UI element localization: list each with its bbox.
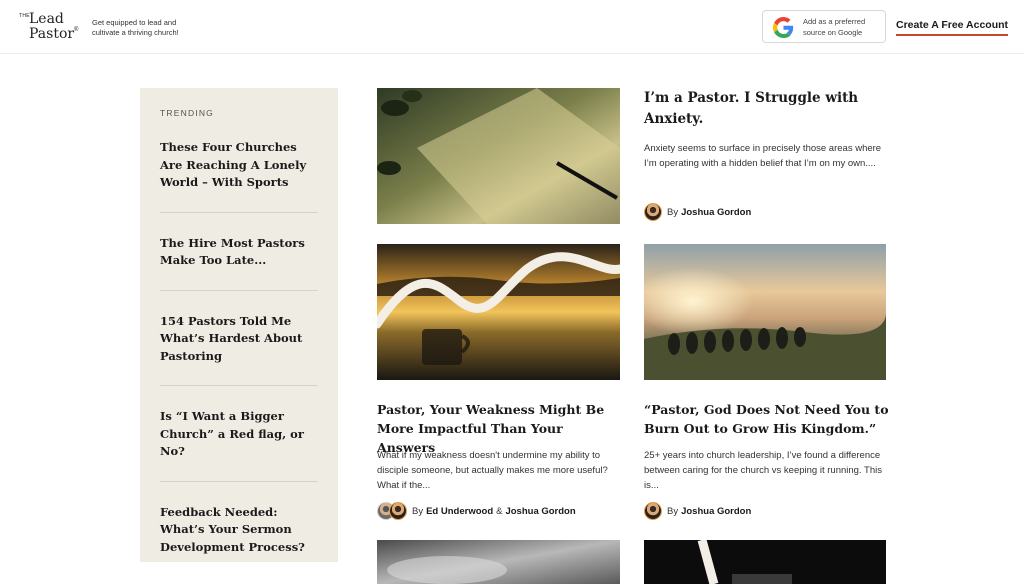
article-image-clouds[interactable] bbox=[377, 540, 620, 584]
trending-item[interactable]: Is “I Want a Bigger Church” a Red flag, … bbox=[160, 408, 318, 461]
site-header: THE Lead Pastor ® Get equipped to lead a… bbox=[0, 0, 1024, 54]
divider bbox=[160, 289, 318, 291]
logo-registered-mark: ® bbox=[74, 27, 79, 33]
byline-by: By bbox=[412, 505, 424, 517]
article-excerpt: What if my weakness doesn't undermine my… bbox=[377, 450, 608, 491]
trending-sidebar: TRENDING These Four Churches Are Reachin… bbox=[140, 88, 338, 562]
site-logo[interactable]: THE Lead Pastor ® bbox=[19, 12, 79, 44]
article-byline: By Joshua Gordon bbox=[644, 502, 751, 520]
article-byline: By Ed Underwood & Joshua Gordon bbox=[377, 502, 576, 520]
sunset-lake-photo bbox=[377, 244, 620, 380]
author-avatar bbox=[389, 502, 407, 520]
article-image-notebook[interactable] bbox=[377, 88, 620, 224]
article-title[interactable]: I’m a Pastor. I Struggle with Anxiety. bbox=[644, 88, 886, 130]
google-badge-text: Add as a preferred source on Google bbox=[803, 17, 866, 37]
byline-ampersand: & bbox=[496, 505, 503, 517]
site-tagline: Get equipped to lead and cultivate a thr… bbox=[92, 18, 179, 37]
author-avatar bbox=[644, 203, 662, 221]
author-name[interactable]: Ed Underwood bbox=[426, 506, 493, 517]
article-excerpt: 25+ years into church leadership, I’ve f… bbox=[644, 450, 882, 491]
author-avatar bbox=[644, 502, 662, 520]
divider bbox=[160, 211, 318, 213]
article-image-sunset-lake[interactable] bbox=[377, 244, 620, 380]
hillside-sunrise-photo bbox=[644, 244, 886, 380]
google-preferred-source-button[interactable]: Add as a preferred source on Google bbox=[762, 10, 886, 43]
byline-by: By bbox=[667, 505, 679, 517]
logo-lead: Lead bbox=[29, 11, 64, 27]
trending-item[interactable]: Feedback Needed: What’s Your Sermon Deve… bbox=[160, 504, 318, 557]
notebook-photo bbox=[377, 88, 620, 224]
clouds-photo bbox=[377, 540, 620, 584]
google-g-icon bbox=[773, 17, 794, 38]
article-title[interactable]: “Pastor, God Does Not Need You to Burn O… bbox=[644, 400, 889, 438]
trending-label: TRENDING bbox=[160, 108, 214, 118]
author-name[interactable]: Joshua Gordon bbox=[681, 207, 751, 218]
author-name[interactable]: Joshua Gordon bbox=[681, 506, 751, 517]
dark-photo bbox=[644, 540, 886, 584]
article-image-dark[interactable] bbox=[644, 540, 886, 584]
divider bbox=[160, 480, 318, 482]
trending-item[interactable]: 154 Pastors Told Me What’s Hardest About… bbox=[160, 313, 318, 366]
trending-item[interactable]: These Four Churches Are Reaching A Lonel… bbox=[160, 139, 318, 192]
article-excerpt: Anxiety seems to surface in precisely th… bbox=[644, 143, 882, 169]
create-account-link[interactable]: Create A Free Account bbox=[896, 19, 1009, 36]
article-byline: By Joshua Gordon bbox=[644, 203, 751, 221]
divider bbox=[160, 385, 318, 386]
trending-item[interactable]: The Hire Most Pastors Make Too Late... bbox=[160, 235, 318, 270]
article-image-hillside-sunrise[interactable] bbox=[644, 244, 886, 380]
byline-by: By bbox=[667, 206, 679, 218]
logo-pastor: Pastor bbox=[29, 26, 75, 42]
author-name[interactable]: Joshua Gordon bbox=[505, 506, 575, 517]
